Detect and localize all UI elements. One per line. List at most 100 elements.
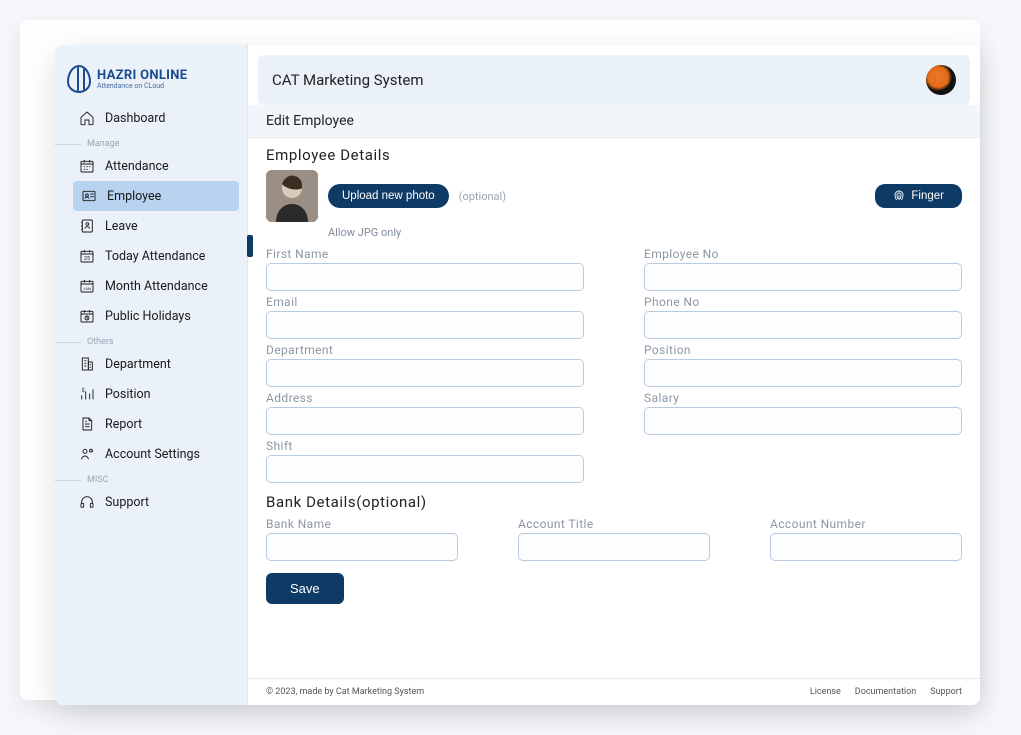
sidebar-item-account-settings[interactable]: Account Settings [55, 439, 247, 469]
sidebar-item-label: Report [105, 417, 142, 432]
field-department: Department [266, 343, 584, 387]
field-bank-name: Bank Name [266, 517, 458, 561]
content-panel: Employee Details Upload new photo (optio… [248, 138, 980, 678]
employee-form: First Name Employee No Email Phone No De… [266, 247, 962, 483]
address-book-icon [79, 218, 95, 234]
position-label: Position [644, 343, 962, 357]
address-input[interactable] [266, 407, 584, 435]
document-icon [79, 416, 95, 432]
field-address: Address [266, 391, 584, 435]
svg-text:$: $ [82, 387, 85, 394]
sidebar-item-public-holidays[interactable]: Public Holidays [55, 301, 247, 331]
sidebar: HAZRI ONLINE Attendance on CLoud Dashboa… [55, 45, 247, 705]
department-input[interactable] [266, 359, 584, 387]
main-content: CAT Marketing System Ca Edit Employee Em… [247, 45, 980, 705]
sidebar-item-label: Leave [105, 219, 138, 234]
sidebar-section-misc: MISC [55, 469, 247, 487]
svg-text:JAN: JAN [83, 286, 91, 291]
email-input[interactable] [266, 311, 584, 339]
employee-no-label: Employee No [644, 247, 962, 261]
chart-bars-icon: $ [79, 386, 95, 402]
sidebar-item-dashboard[interactable]: Dashboard [55, 103, 247, 133]
bank-form: Bank Name Account Title Account Number [266, 517, 962, 561]
save-button[interactable]: Save [266, 573, 344, 604]
account-number-label: Account Number [770, 517, 962, 531]
sidebar-item-label: Today Attendance [105, 249, 205, 264]
upload-optional-label: (optional) [459, 190, 506, 203]
brand-tagline: Attendance on CLoud [97, 82, 187, 90]
calendar-clock-icon [79, 308, 95, 324]
first-name-label: First Name [266, 247, 584, 261]
address-label: Address [266, 391, 584, 405]
sidebar-item-report[interactable]: Report [55, 409, 247, 439]
sidebar-item-leave[interactable]: Leave [55, 211, 247, 241]
sidebar-item-department[interactable]: Department [55, 349, 247, 379]
calendar-day-icon: 25 [79, 248, 95, 264]
sidebar-item-label: Month Attendance [105, 279, 208, 294]
field-first-name: First Name [266, 247, 584, 291]
employee-photo [266, 170, 318, 222]
id-card-icon [81, 188, 97, 204]
position-input[interactable] [644, 359, 962, 387]
sidebar-item-label: Employee [107, 189, 161, 204]
email-label: Email [266, 295, 584, 309]
field-salary: Salary [644, 391, 962, 435]
first-name-input[interactable] [266, 263, 584, 291]
brand-logo: HAZRI ONLINE Attendance on CLoud [55, 59, 247, 103]
phone-no-input[interactable] [644, 311, 962, 339]
field-account-number: Account Number [770, 517, 962, 561]
fingerprint-logo-icon [67, 65, 91, 93]
sidebar-item-support[interactable]: Support [55, 487, 247, 517]
user-avatar[interactable]: Ca [926, 65, 956, 95]
shift-label: Shift [266, 439, 584, 453]
field-phone-no: Phone No [644, 295, 962, 339]
home-icon [79, 110, 95, 126]
sidebar-item-label: Public Holidays [105, 309, 191, 324]
phone-no-label: Phone No [644, 295, 962, 309]
fingerprint-icon [893, 190, 905, 202]
account-title-label: Account Title [518, 517, 710, 531]
field-employee-no: Employee No [644, 247, 962, 291]
sidebar-item-position[interactable]: $ Position [55, 379, 247, 409]
footer-link-documentation[interactable]: Documentation [855, 687, 916, 697]
active-nav-marker [247, 235, 253, 257]
photo-upload-row: Upload new photo (optional) Finger [266, 170, 962, 222]
building-icon [79, 356, 95, 372]
upload-photo-button[interactable]: Upload new photo [328, 184, 449, 208]
sidebar-item-label: Account Settings [105, 447, 200, 462]
app-window: HAZRI ONLINE Attendance on CLoud Dashboa… [55, 45, 980, 705]
sidebar-item-employee[interactable]: Employee [73, 181, 239, 211]
bank-name-label: Bank Name [266, 517, 458, 531]
sidebar-item-month-attendance[interactable]: JAN Month Attendance [55, 271, 247, 301]
sidebar-item-today-attendance[interactable]: 25 Today Attendance [55, 241, 247, 271]
calendar-grid-icon [79, 158, 95, 174]
sidebar-item-label: Department [105, 357, 171, 372]
field-position: Position [644, 343, 962, 387]
salary-input[interactable] [644, 407, 962, 435]
sidebar-item-label: Dashboard [105, 111, 165, 126]
finger-button[interactable]: Finger [875, 184, 962, 208]
bank-name-input[interactable] [266, 533, 458, 561]
topbar: CAT Marketing System Ca [258, 55, 970, 105]
gear-user-icon [79, 446, 95, 462]
field-shift: Shift [266, 439, 584, 483]
department-label: Department [266, 343, 584, 357]
employee-no-input[interactable] [644, 263, 962, 291]
copyright-text: © 2023, made by Cat Marketing System [266, 687, 424, 697]
upload-hint: Allow JPG only [328, 226, 962, 239]
page-title: CAT Marketing System [272, 71, 423, 89]
headset-icon [79, 494, 95, 510]
footer-link-license[interactable]: License [810, 687, 841, 697]
svg-text:25: 25 [84, 256, 90, 262]
sidebar-section-others: Others [55, 331, 247, 349]
shift-input[interactable] [266, 455, 584, 483]
field-account-title: Account Title [518, 517, 710, 561]
sidebar-item-attendance[interactable]: Attendance [55, 151, 247, 181]
footer-link-support[interactable]: Support [930, 687, 962, 697]
account-title-input[interactable] [518, 533, 710, 561]
employee-details-title: Employee Details [266, 146, 962, 164]
calendar-month-icon: JAN [79, 278, 95, 294]
sidebar-item-label: Attendance [105, 159, 169, 174]
account-number-input[interactable] [770, 533, 962, 561]
sidebar-item-label: Position [105, 387, 151, 402]
